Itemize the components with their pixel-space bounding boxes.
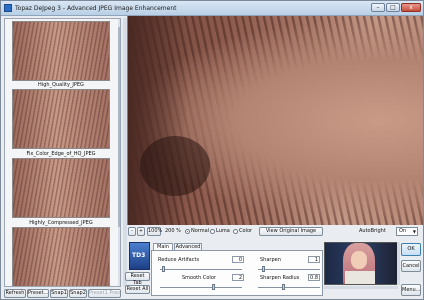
autobright-select[interactable]: On ▼ [396, 227, 418, 236]
maximize-button[interactable]: □ [386, 3, 400, 12]
color-label: Color [239, 228, 253, 234]
preset-thumbnail[interactable] [12, 21, 110, 81]
preset-thumbnail[interactable] [12, 89, 110, 149]
menu-button[interactable]: Menu... [401, 284, 421, 296]
navigator-preview[interactable] [324, 242, 398, 285]
logo-text: TD3 [132, 252, 146, 259]
app-icon [4, 4, 12, 12]
preset-label: Fix_Color_Edge_of_HQ_JPEG [26, 151, 96, 157]
preset-scrollbar[interactable] [118, 19, 120, 286]
sharpen-knob[interactable] [262, 266, 265, 272]
preset-preview-panel[interactable]: High_Quality_JPEG Fix_Color_Edge_of_HQ_J… [4, 18, 121, 287]
sharpen-radius-slider[interactable] [258, 287, 320, 288]
zoom-level: 200 % [165, 228, 181, 234]
cancel-button[interactable]: Cancel [401, 260, 421, 272]
preset-thumbnail[interactable] [12, 158, 110, 218]
tab-panel-main: Reduce Artifacts 0 Smooth Color 2 Sharpe… [151, 250, 323, 296]
color-radio[interactable] [233, 229, 238, 234]
preset-label: Highly_Compressed_JPEG [29, 220, 93, 226]
smooth-color-input[interactable]: 2 [232, 274, 244, 281]
image-viewer[interactable] [127, 16, 423, 225]
minimize-button[interactable]: – [371, 3, 385, 12]
smooth-color-knob[interactable] [212, 284, 215, 290]
scroll-thumb[interactable] [118, 27, 120, 227]
topaz-logo: TD3 [129, 242, 150, 270]
reduce-artifacts-slider[interactable] [160, 269, 242, 270]
luma-label: Luma [216, 228, 230, 234]
autobright-value: On [399, 228, 407, 234]
preset-slots[interactable]: Preset1 Preset2 [88, 289, 121, 298]
navigator-vscroll[interactable] [397, 242, 400, 285]
sharpen-radius-label: Sharpen Radius [260, 275, 300, 281]
refresh-button[interactable]: Refresh [4, 289, 26, 298]
reduce-artifacts-label: Reduce Artifacts [158, 257, 200, 263]
preview-face [351, 251, 367, 269]
ok-button[interactable]: OK [401, 243, 421, 256]
view-original-button[interactable]: View Original Image [259, 227, 323, 236]
reset-all-button[interactable]: Reset All [125, 285, 150, 294]
smooth-color-label: Smooth Color [182, 275, 216, 281]
navigator-hscroll[interactable] [324, 286, 398, 289]
normal-radio[interactable] [185, 229, 190, 234]
image-shadow [140, 136, 210, 196]
preset-thumbnail[interactable] [12, 227, 110, 286]
preview-body [345, 271, 375, 284]
reduce-artifacts-knob[interactable] [162, 266, 165, 272]
window-title: Topaz DeJpeg 3 - Advanced JPEG Image Enh… [15, 5, 177, 12]
autobright-label: AutoBright [359, 228, 386, 234]
sharpen-radius-input[interactable]: 0.8 [308, 274, 320, 281]
preset-button[interactable]: Preset... [27, 289, 49, 298]
preset-label: High_Quality_JPEG [38, 82, 84, 88]
normal-label: Normal [191, 228, 210, 234]
sharpen-slider[interactable] [258, 269, 320, 270]
sharpen-input[interactable]: 1 [308, 256, 320, 263]
zoom-in-button[interactable]: + [137, 227, 145, 236]
chevron-down-icon: ▼ [412, 229, 416, 234]
app-window: Topaz DeJpeg 3 - Advanced JPEG Image Enh… [0, 0, 424, 300]
close-button[interactable]: x [401, 3, 421, 12]
snap2-button[interactable]: Snap2 [69, 289, 87, 298]
smooth-color-slider[interactable] [160, 287, 242, 288]
sharpen-radius-knob[interactable] [282, 284, 285, 290]
reduce-artifacts-input[interactable]: 0 [232, 256, 244, 263]
sharpen-label: Sharpen [260, 257, 281, 263]
zoom-out-button[interactable]: - [128, 227, 136, 236]
title-bar[interactable]: Topaz DeJpeg 3 - Advanced JPEG Image Enh… [1, 1, 423, 16]
fit-100-button[interactable]: 100% [147, 227, 162, 236]
luma-radio[interactable] [210, 229, 215, 234]
snap1-button[interactable]: Snap1 [50, 289, 68, 298]
reset-tab-button[interactable]: Reset Tab [125, 272, 150, 286]
